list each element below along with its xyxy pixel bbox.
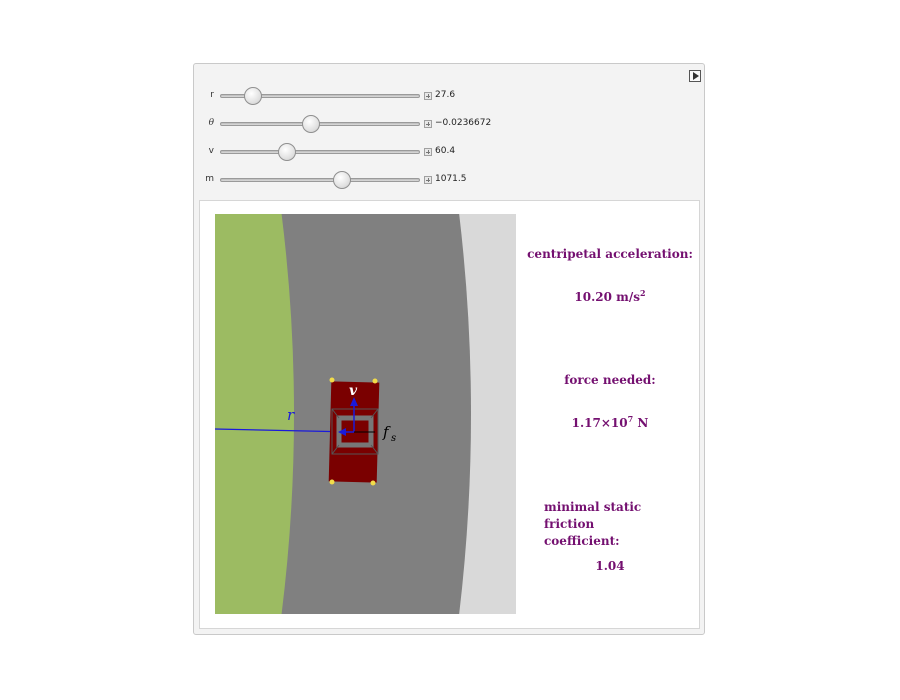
- slider-expand-theta-button[interactable]: [424, 120, 432, 128]
- acceleration-value: 10.20 m/s2: [525, 288, 695, 304]
- car-light: [329, 377, 335, 383]
- velocity-label: v: [349, 383, 358, 399]
- slider-value-r: 27.6: [435, 90, 456, 100]
- force-label: force needed:: [564, 373, 656, 387]
- friction-label-line-2: coefficient:: [544, 534, 620, 548]
- slider-row-m: m 1071.5: [196, 170, 516, 190]
- force-value: 1.17×107 N: [525, 415, 695, 430]
- show-controls-button[interactable]: [689, 70, 701, 82]
- friction-coefficient-label: minimal static friction coefficient:: [544, 499, 694, 550]
- slider-value-v: 60.4: [435, 146, 456, 156]
- slider-label-m: m: [205, 174, 214, 184]
- radius-label: r: [287, 406, 295, 424]
- acceleration-number: 10.20 m/s: [574, 290, 640, 304]
- slider-thumb-theta[interactable]: [301, 115, 320, 133]
- slider-label-theta: θ: [208, 118, 214, 128]
- slider-row-v: v 60.4: [196, 142, 516, 162]
- play-triangle-icon: [693, 72, 699, 80]
- slider-row-theta: θ −0.0236672: [196, 114, 516, 134]
- slider-track-v[interactable]: [220, 150, 420, 154]
- slider-label-v: v: [208, 146, 214, 156]
- slider-thumb-v[interactable]: [278, 143, 297, 161]
- friction-label-subscript: s: [391, 433, 396, 444]
- slider-track-m[interactable]: [220, 178, 420, 182]
- slider-value-m: 1071.5: [435, 174, 467, 184]
- slider-expand-v-button[interactable]: [424, 148, 432, 156]
- car-light: [370, 480, 376, 486]
- car-light: [329, 479, 335, 485]
- slider-track-theta[interactable]: [220, 122, 420, 126]
- slider-thumb-m[interactable]: [332, 171, 351, 189]
- acceleration-label: centripetal acceleration:: [527, 247, 693, 261]
- grass-area: [215, 214, 294, 614]
- slider-value-theta: −0.0236672: [435, 118, 492, 128]
- force-number: 1.17×10: [571, 416, 628, 430]
- acceleration-exponent: 2: [640, 288, 646, 298]
- slider-expand-m-button[interactable]: [424, 176, 432, 184]
- curve-scene: r v f s: [215, 214, 516, 614]
- slider-row-r: r 27.6: [196, 86, 516, 106]
- friction-label-line-1: minimal static friction: [544, 500, 642, 531]
- friction-coefficient-value: 1.04: [595, 559, 625, 573]
- slider-expand-r-button[interactable]: [424, 92, 432, 100]
- slider-thumb-r[interactable]: [243, 87, 262, 105]
- slider-label-r: r: [210, 90, 214, 100]
- force-unit: N: [633, 416, 649, 430]
- car-light: [372, 378, 378, 384]
